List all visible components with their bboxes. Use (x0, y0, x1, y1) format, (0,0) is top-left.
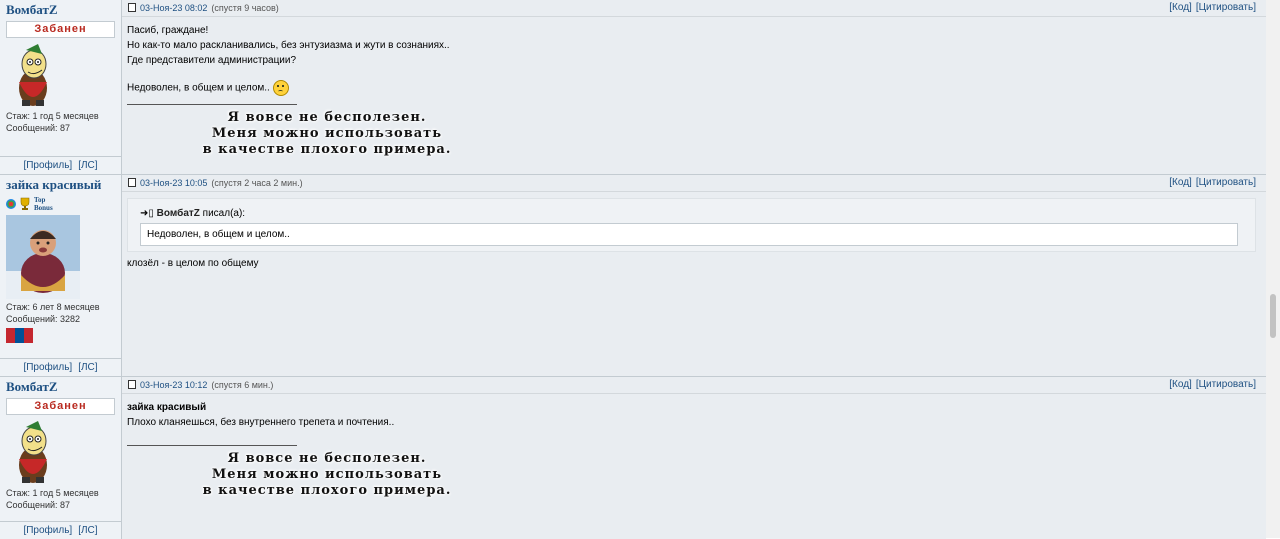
reply-to-username: зайка красивый (127, 402, 207, 413)
post-actions: [Код] [Цитировать] (1165, 175, 1256, 191)
signature-line: Меня можно использовать (211, 126, 443, 141)
signature-divider (127, 445, 297, 446)
quote-author-name[interactable]: ВомбатZ (157, 208, 200, 219)
profile-links: [Профиль] [ЛС] (0, 521, 121, 539)
signature-divider (127, 104, 297, 105)
profile-link[interactable]: [Профиль] (20, 362, 75, 373)
post-body: Пасиб, граждане! Но как-то мало расклани… (122, 17, 1266, 158)
post-time-ago: (спустя 2 часа 2 мин.) (211, 178, 303, 188)
post-author-panel: зайка красивый Top Bonus Стаж: 6 лет 8 м… (0, 175, 122, 376)
top-bonus-badge: Top Bonus (34, 196, 53, 212)
profile-links: [Профиль] [ЛС] (0, 358, 121, 376)
banned-status-badge: Забанен (6, 21, 115, 38)
user-stats: Стаж: 1 год 5 месяцев Сообщений: 87 (0, 110, 121, 134)
post-time-ago: (спустя 6 мин.) (211, 380, 274, 390)
post-header: 03-Ноя-23 08:02 (спустя 9 часов) [Код] [Ци… (122, 0, 1266, 17)
post: ВомбатZ Забанен Стаж: 1 год 5 месяцев Со… (0, 0, 1266, 175)
post-actions: [Код] [Цитировать] (1165, 0, 1256, 16)
signature-line: в качестве плохого примера. (202, 142, 452, 157)
post: зайка красивый Top Bonus Стаж: 6 лет 8 м… (0, 175, 1266, 377)
quote-wrote-label: писал(а): (202, 208, 246, 219)
post-text: клозёл - в целом по общему (127, 258, 259, 269)
quote-button[interactable]: [Цитировать] (1196, 177, 1256, 188)
post-date[interactable]: 03-Ноя-23 10:05 (140, 178, 207, 188)
private-message-link[interactable]: [ЛС] (75, 160, 100, 171)
quote-text: Недоволен, в общем и целом.. (140, 223, 1238, 246)
vertical-scrollbar[interactable] (1266, 0, 1280, 538)
signature-image: Я вовсе не бесполезен. Меня можно исполь… (167, 110, 487, 158)
signature-line: в качестве плохого примера. (202, 483, 452, 498)
user-tenure: Стаж: 1 год 5 месяцев (6, 111, 99, 121)
quote-button[interactable]: [Цитировать] (1196, 379, 1256, 390)
post-text-line: Но как-то мало раскланивались, без энтуз… (127, 40, 450, 51)
post-time-ago: (спустя 9 часов) (211, 3, 279, 13)
post-content: 03-Ноя-23 10:12 (спустя 6 мин.) [Код] [Цит… (122, 377, 1266, 539)
scrollbar-thumb[interactable] (1270, 294, 1276, 338)
post-date[interactable]: 03-Ноя-23 10:12 (140, 380, 207, 390)
user-stats: Стаж: 1 год 5 месяцев Сообщений: 87 (0, 487, 121, 511)
avatar (0, 213, 121, 301)
code-button[interactable]: [Код] (1169, 2, 1192, 13)
post-text-line: Где представители администрации? (127, 55, 297, 66)
post: ВомбатZ Забанен Стаж: 1 год 5 месяцев Со… (0, 377, 1266, 539)
quote-author: ➜▯ ВомбатZ писал(а): (140, 206, 1255, 221)
banned-status-badge: Забанен (6, 398, 115, 415)
user-badges: Top Bonus (0, 193, 121, 213)
post-author-panel: ВомбатZ Забанен Стаж: 1 год 5 месяцев Со… (0, 0, 122, 174)
signature-image: Я вовсе не бесполезен. Меня можно исполь… (167, 451, 487, 499)
user-tenure: Стаж: 1 год 5 месяцев (6, 488, 99, 498)
post-body: зайка красивый Плохо кланяешься, без вну… (122, 394, 1266, 499)
post-text: Плохо кланяешься, без внутреннего трепет… (127, 417, 395, 428)
private-message-link[interactable]: [ЛС] (75, 362, 100, 373)
post-content: 03-Ноя-23 08:02 (спустя 9 часов) [Код] [Ци… (122, 0, 1266, 174)
post-body: ➜▯ ВомбатZ писал(а): Недоволен, в общем … (122, 192, 1266, 271)
post-text: Недоволен, в общем и целом.. (127, 82, 270, 94)
user-tenure: Стаж: 6 лет 8 месяцев (6, 302, 100, 312)
username-link[interactable]: ВомбатZ (0, 377, 121, 395)
mongolia-flag-icon (6, 328, 33, 343)
code-button[interactable]: [Код] (1169, 379, 1192, 390)
quote-button[interactable]: [Цитировать] (1196, 2, 1256, 13)
post-header: 03-Ноя-23 10:05 (спустя 2 часа 2 мин.) [К… (122, 175, 1266, 192)
user-post-count: Сообщений: 3282 (6, 314, 81, 324)
post-header: 03-Ноя-23 10:12 (спустя 6 мин.) [Код] [Цит… (122, 377, 1266, 394)
post-link-icon[interactable] (128, 178, 136, 187)
private-message-link[interactable]: [ЛС] (75, 525, 100, 536)
post-text-line: Пасиб, граждане! (127, 25, 209, 36)
user-stats: Стаж: 6 лет 8 месяцев Сообщений: 3282 (0, 301, 121, 325)
trophy-icon (19, 197, 31, 211)
post-link-icon[interactable] (128, 380, 136, 389)
avatar (0, 415, 121, 487)
post-actions: [Код] [Цитировать] (1165, 377, 1256, 393)
signature-line: Я вовсе не бесполезен. (227, 451, 427, 466)
profile-link[interactable]: [Профиль] (20, 525, 75, 536)
profile-links: [Профиль] [ЛС] (0, 156, 121, 174)
post-date[interactable]: 03-Ноя-23 08:02 (140, 3, 207, 13)
post-content: 03-Ноя-23 10:05 (спустя 2 часа 2 мин.) [К… (122, 175, 1266, 376)
username-link[interactable]: ВомбатZ (0, 0, 121, 18)
profile-link[interactable]: [Профиль] (20, 160, 75, 171)
username-link[interactable]: зайка красивый (0, 175, 121, 193)
post-link-icon[interactable] (128, 3, 136, 12)
flower-badge-icon (6, 199, 16, 209)
quote-block: ➜▯ ВомбатZ писал(а): Недоволен, в общем … (127, 198, 1256, 252)
post-author-panel: ВомбатZ Забанен Стаж: 1 год 5 месяцев Со… (0, 377, 122, 539)
sad-smiley-icon (272, 80, 289, 96)
post-text-line-with-smiley: Недоволен, в общем и целом.. (127, 80, 1266, 96)
user-post-count: Сообщений: 87 (6, 123, 71, 133)
user-post-count: Сообщений: 87 (6, 500, 71, 510)
code-button[interactable]: [Код] (1169, 177, 1192, 188)
quote-arrow-icon: ➜▯ (140, 208, 154, 219)
signature-line: Меня можно использовать (211, 467, 443, 482)
avatar (0, 38, 121, 110)
signature-line: Я вовсе не бесполезен. (227, 110, 427, 125)
forum-thread: ВомбатZ Забанен Стаж: 1 год 5 месяцев Со… (0, 0, 1266, 539)
